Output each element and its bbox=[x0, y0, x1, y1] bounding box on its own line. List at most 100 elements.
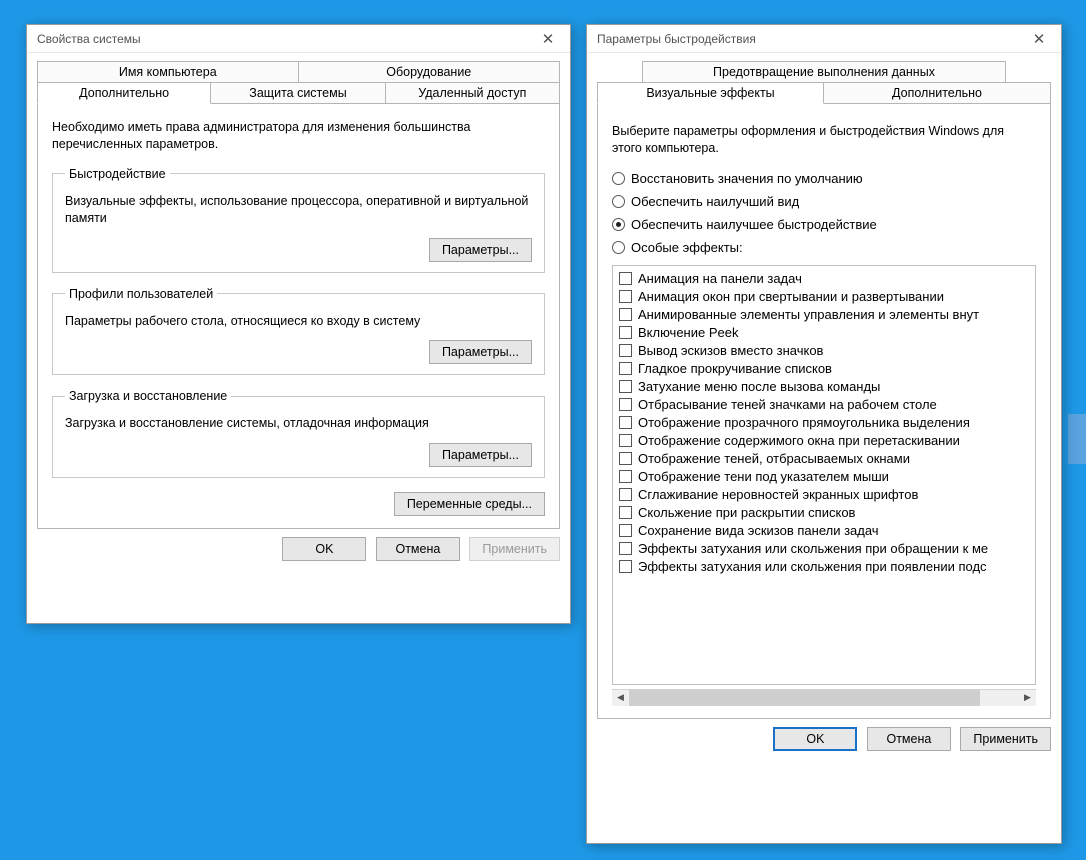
ok-button[interactable]: OK bbox=[282, 537, 366, 561]
effect-label: Отбрасывание теней значками на рабочем с… bbox=[638, 397, 937, 412]
effect-item[interactable]: Затухание меню после вызова команды bbox=[617, 378, 1036, 396]
tab-row-2: Дополнительно Защита системы Удаленный д… bbox=[37, 82, 560, 104]
window-title: Свойства системы bbox=[37, 32, 528, 46]
environment-variables-button[interactable]: Переменные среды... bbox=[394, 492, 545, 516]
radio-option-2[interactable]: Обеспечить наилучшее быстродействие bbox=[612, 217, 1036, 232]
tab-system-protection[interactable]: Защита системы bbox=[211, 82, 385, 104]
apply-button: Применить bbox=[469, 537, 560, 561]
checkbox-icon[interactable] bbox=[619, 524, 632, 537]
effect-item[interactable]: Включение Peek bbox=[617, 324, 1036, 342]
close-icon[interactable]: ✕ bbox=[528, 26, 568, 52]
tab-hardware[interactable]: Оборудование bbox=[299, 61, 561, 83]
performance-group: Быстродействие Визуальные эффекты, испол… bbox=[52, 167, 545, 273]
checkbox-icon[interactable] bbox=[619, 398, 632, 411]
effect-item[interactable]: Отображение содержимого окна при перетас… bbox=[617, 432, 1036, 450]
radio-label: Особые эффекты: bbox=[631, 240, 743, 255]
radio-icon[interactable] bbox=[612, 172, 625, 185]
effect-item[interactable]: Сохранение вида эскизов панели задач bbox=[617, 522, 1036, 540]
effect-item[interactable]: Сглаживание неровностей экранных шрифтов bbox=[617, 486, 1036, 504]
performance-settings-button[interactable]: Параметры... bbox=[429, 238, 532, 262]
profiles-settings-button[interactable]: Параметры... bbox=[429, 340, 532, 364]
tab-dep[interactable]: Предотвращение выполнения данных bbox=[642, 61, 1005, 83]
radio-option-1[interactable]: Обеспечить наилучший вид bbox=[612, 194, 1036, 209]
titlebar: Свойства системы ✕ bbox=[27, 25, 570, 53]
checkbox-icon[interactable] bbox=[619, 344, 632, 357]
radio-option-0[interactable]: Восстановить значения по умолчанию bbox=[612, 171, 1036, 186]
tab-content: Необходимо иметь права администратора дл… bbox=[37, 103, 560, 529]
titlebar: Параметры быстродействия ✕ bbox=[587, 25, 1061, 53]
checkbox-icon[interactable] bbox=[619, 542, 632, 555]
effect-item[interactable]: Анимация на панели задач bbox=[617, 270, 1036, 288]
intro-text: Необходимо иметь права администратора дл… bbox=[52, 119, 545, 153]
checkbox-icon[interactable] bbox=[619, 434, 632, 447]
radio-icon[interactable] bbox=[612, 241, 625, 254]
startup-settings-button[interactable]: Параметры... bbox=[429, 443, 532, 467]
effect-item[interactable]: Отображение прозрачного прямоугольника в… bbox=[617, 414, 1036, 432]
effect-item[interactable]: Отображение теней, отбрасываемых окнами bbox=[617, 450, 1036, 468]
scroll-left-icon[interactable]: ◀ bbox=[612, 690, 629, 706]
cancel-button[interactable]: Отмена bbox=[376, 537, 460, 561]
effect-item[interactable]: Вывод эскизов вместо значков bbox=[617, 342, 1036, 360]
checkbox-icon[interactable] bbox=[619, 272, 632, 285]
window-title: Параметры быстродействия bbox=[597, 32, 1019, 46]
effect-item[interactable]: Гладкое прокручивание списков bbox=[617, 360, 1036, 378]
profiles-desc: Параметры рабочего стола, относящиеся ко… bbox=[65, 313, 532, 331]
radio-label: Обеспечить наилучшее быстродействие bbox=[631, 217, 877, 232]
effect-label: Эффекты затухания или скольжения при обр… bbox=[638, 541, 988, 556]
radio-option-3[interactable]: Особые эффекты: bbox=[612, 240, 1036, 255]
effect-label: Скольжение при раскрытии списков bbox=[638, 505, 855, 520]
desktop-accent bbox=[1068, 414, 1086, 464]
scroll-right-icon[interactable]: ▶ bbox=[1019, 690, 1036, 706]
checkbox-icon[interactable] bbox=[619, 416, 632, 429]
tab-computer-name[interactable]: Имя компьютера bbox=[37, 61, 299, 83]
scrollbar-thumb[interactable] bbox=[629, 690, 980, 706]
effect-item[interactable]: Эффекты затухания или скольжения при поя… bbox=[617, 558, 1036, 576]
effect-label: Сглаживание неровностей экранных шрифтов bbox=[638, 487, 918, 502]
effect-label: Анимация окон при свертывании и разверты… bbox=[638, 289, 944, 304]
tab-content: Выберите параметры оформления и быстроде… bbox=[597, 103, 1051, 719]
close-icon[interactable]: ✕ bbox=[1019, 26, 1059, 52]
checkbox-icon[interactable] bbox=[619, 488, 632, 501]
checkbox-icon[interactable] bbox=[619, 308, 632, 321]
tab-remote-access[interactable]: Удаленный доступ bbox=[386, 82, 560, 104]
radio-icon[interactable] bbox=[612, 195, 625, 208]
effect-label: Гладкое прокручивание списков bbox=[638, 361, 832, 376]
tab-advanced[interactable]: Дополнительно bbox=[824, 82, 1051, 104]
startup-legend: Загрузка и восстановление bbox=[65, 389, 231, 403]
effect-item[interactable]: Скольжение при раскрытии списков bbox=[617, 504, 1036, 522]
effect-label: Сохранение вида эскизов панели задач bbox=[638, 523, 879, 538]
apply-button[interactable]: Применить bbox=[960, 727, 1051, 751]
system-properties-window: Свойства системы ✕ Имя компьютера Оборуд… bbox=[26, 24, 571, 624]
effect-label: Анимированные элементы управления и элем… bbox=[638, 307, 979, 322]
checkbox-icon[interactable] bbox=[619, 470, 632, 483]
effect-label: Затухание меню после вызова команды bbox=[638, 379, 880, 394]
performance-legend: Быстродействие bbox=[65, 167, 170, 181]
checkbox-icon[interactable] bbox=[619, 380, 632, 393]
dialog-actions: OK Отмена Применить bbox=[37, 537, 560, 561]
horizontal-scrollbar[interactable]: ◀ ▶ bbox=[612, 689, 1036, 706]
checkbox-icon[interactable] bbox=[619, 362, 632, 375]
effect-item[interactable]: Эффекты затухания или скольжения при обр… bbox=[617, 540, 1036, 558]
appearance-radio-group: Восстановить значения по умолчанию Обеспе… bbox=[612, 171, 1036, 255]
radio-icon[interactable] bbox=[612, 218, 625, 231]
ok-button[interactable]: OK bbox=[773, 727, 857, 751]
tab-visual-effects[interactable]: Визуальные эффекты bbox=[597, 82, 824, 104]
cancel-button[interactable]: Отмена bbox=[867, 727, 951, 751]
checkbox-icon[interactable] bbox=[619, 290, 632, 303]
effect-label: Включение Peek bbox=[638, 325, 738, 340]
checkbox-icon[interactable] bbox=[619, 326, 632, 339]
tab-advanced[interactable]: Дополнительно bbox=[37, 82, 211, 104]
effect-item[interactable]: Отбрасывание теней значками на рабочем с… bbox=[617, 396, 1036, 414]
effect-label: Анимация на панели задач bbox=[638, 271, 802, 286]
effect-label: Вывод эскизов вместо значков bbox=[638, 343, 823, 358]
checkbox-icon[interactable] bbox=[619, 452, 632, 465]
effect-item[interactable]: Анимированные элементы управления и элем… bbox=[617, 306, 1036, 324]
effect-item[interactable]: Отображение тени под указателем мыши bbox=[617, 468, 1036, 486]
effect-label: Отображение теней, отбрасываемых окнами bbox=[638, 451, 910, 466]
checkbox-icon[interactable] bbox=[619, 506, 632, 519]
effects-checklist[interactable]: Анимация на панели задач Анимация окон пр… bbox=[612, 265, 1036, 685]
effect-label: Отображение тени под указателем мыши bbox=[638, 469, 889, 484]
startup-desc: Загрузка и восстановление системы, отлад… bbox=[65, 415, 532, 433]
effect-item[interactable]: Анимация окон при свертывании и разверты… bbox=[617, 288, 1036, 306]
checkbox-icon[interactable] bbox=[619, 560, 632, 573]
